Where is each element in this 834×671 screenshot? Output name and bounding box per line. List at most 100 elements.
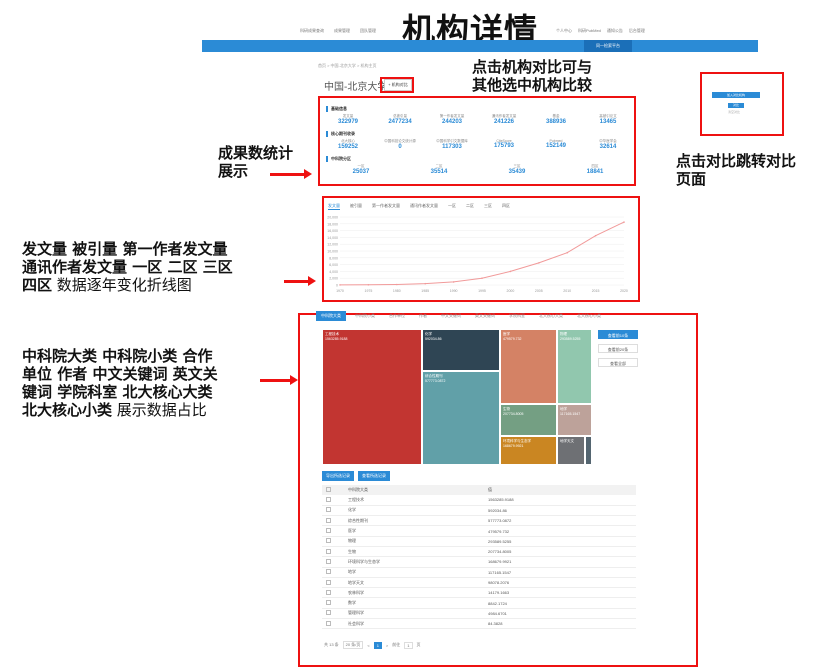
top-nav-link[interactable]: 成果管理 xyxy=(334,28,350,38)
y-tick-label: 16,000 xyxy=(327,229,338,233)
row-checkbox[interactable] xyxy=(326,579,331,585)
stat-group-title: 基础信息 xyxy=(326,106,634,112)
data-point[interactable] xyxy=(339,284,341,286)
row-checkbox[interactable] xyxy=(326,517,331,523)
chart-tab[interactable]: 第一作者发文量 xyxy=(372,203,400,210)
top-nav-link[interactable]: 后台管理 xyxy=(629,28,645,34)
treemap-tab[interactable]: 北大核心小类 xyxy=(572,311,606,321)
blue-nav-bar xyxy=(202,40,758,52)
data-point[interactable] xyxy=(594,234,597,237)
treemap-tab[interactable]: 作者 xyxy=(414,311,432,321)
row-checkbox[interactable] xyxy=(326,528,331,534)
stat-value: 322979 xyxy=(337,119,359,125)
top-nav-link[interactable]: 科研成果查询 xyxy=(300,28,324,38)
top-nav-link[interactable]: 科研PubMed xyxy=(578,28,601,34)
stat-item[interactable]: 二区 35514 xyxy=(400,164,478,175)
stat-item[interactable]: 通讯作者发文量 241226 xyxy=(478,114,530,125)
row-checkbox[interactable] xyxy=(326,620,331,626)
stat-item[interactable]: 中华医学会 32614 xyxy=(582,139,634,150)
stat-item[interactable]: 三区 35439 xyxy=(478,164,556,175)
popup-clear-link[interactable]: 清空对比 xyxy=(728,110,740,114)
x-tick-label: 2015 xyxy=(592,289,600,293)
data-point[interactable] xyxy=(481,277,483,279)
chart-tab[interactable]: 二区 xyxy=(466,203,474,210)
treemap-tab[interactable]: 英文关键词 xyxy=(470,311,500,321)
data-point[interactable] xyxy=(367,283,370,286)
view-top-button[interactable]: 查看前10条 xyxy=(598,330,638,339)
stat-item[interactable]: 四区 18841 xyxy=(556,164,634,175)
stat-item[interactable]: CiteScore 175793 xyxy=(478,139,530,150)
data-point[interactable] xyxy=(424,282,426,285)
treemap-cell[interactable]: 物理 293589.5255 xyxy=(557,329,592,404)
row-checkbox[interactable] xyxy=(326,558,331,564)
stat-item[interactable]: 高被引论文 13465 xyxy=(582,114,634,125)
select-all-checkbox[interactable] xyxy=(326,487,331,492)
view-selected-button[interactable]: 查看所选记录 xyxy=(358,471,390,481)
x-tick-label: 2000 xyxy=(507,289,515,293)
stat-item[interactable]: 总被引量 2477234 xyxy=(374,114,426,125)
row-checkbox[interactable] xyxy=(326,569,331,575)
treemap-tab[interactable]: 学院科室 xyxy=(504,311,530,321)
top-nav-link[interactable]: 个人中心 xyxy=(556,28,572,34)
treemap-tab[interactable]: 北大核心大类 xyxy=(534,311,568,321)
top-nav-link[interactable]: 通知公告 xyxy=(607,28,623,34)
treemap-tab[interactable]: 中科院小类 xyxy=(350,311,380,321)
stat-item[interactable]: 中国科学引文数据库 117303 xyxy=(426,139,478,150)
top-nav-link[interactable]: 团队管理 xyxy=(360,28,376,38)
treemap-cell[interactable]: 环境科学与生态学 168679.9921 xyxy=(500,436,557,465)
stat-item[interactable]: 一区 25037 xyxy=(322,164,400,175)
table-header-select xyxy=(322,485,344,495)
data-point[interactable] xyxy=(452,281,455,283)
stat-item[interactable]: 中国科技论文统计源 0 xyxy=(374,139,426,150)
pager-goto-input[interactable]: 1 xyxy=(404,641,413,649)
row-checkbox[interactable] xyxy=(326,496,331,502)
treemap-cell[interactable]: 化学 592034.86 xyxy=(422,329,500,371)
data-point[interactable] xyxy=(623,221,625,223)
row-checkbox[interactable] xyxy=(326,507,331,513)
row-checkbox[interactable] xyxy=(326,548,331,554)
row-checkbox[interactable] xyxy=(326,610,331,616)
data-point[interactable] xyxy=(566,251,568,254)
row-checkbox[interactable] xyxy=(326,600,331,606)
treemap-cell[interactable]: 地学 117165.1547 xyxy=(557,404,592,436)
stat-item[interactable]: 第一作者发文量 244203 xyxy=(426,114,478,125)
treemap-tab[interactable]: 中文关键词 xyxy=(436,311,466,321)
chart-tab[interactable]: 三区 xyxy=(484,203,492,210)
popup-compare-button[interactable]: 对比 xyxy=(728,103,744,108)
row-value: 479579.732 xyxy=(484,525,636,537)
row-checkbox[interactable] xyxy=(326,538,331,544)
row-category: 工程技术 xyxy=(344,495,484,506)
treemap-cell[interactable]: 地学天文 xyxy=(557,436,585,465)
data-point[interactable] xyxy=(396,283,398,286)
chart-tab[interactable]: 通讯作者发文量 xyxy=(410,203,438,210)
treemap-tab[interactable]: 中科院大类 xyxy=(316,311,346,321)
view-top-button[interactable]: 查看前20条 xyxy=(598,344,638,353)
treemap-cell[interactable] xyxy=(585,436,592,465)
pager-prev[interactable]: < xyxy=(367,643,369,648)
chart-tab[interactable]: 四区 xyxy=(502,203,510,210)
stat-item[interactable]: 基金 388936 xyxy=(530,114,582,125)
chart-tab[interactable]: 一区 xyxy=(448,203,456,210)
treemap-tab[interactable]: 合作单位 xyxy=(384,311,410,321)
export-selected-button[interactable]: 导出所选记录 xyxy=(322,471,354,481)
treemap-cell[interactable]: 医学 479579.732 xyxy=(500,329,557,404)
view-top-button[interactable]: 查看全部 xyxy=(598,358,638,367)
nav-tab-active[interactable]: 同一检索平台 xyxy=(584,40,632,52)
data-point[interactable] xyxy=(509,270,512,273)
chart-tab[interactable]: 被引量 xyxy=(350,203,362,210)
stat-item[interactable]: 北大核心 159252 xyxy=(322,139,374,150)
chart-tab[interactable]: 发文量 xyxy=(328,203,340,210)
table-row: 地学天文 98078.2076 xyxy=(322,577,636,589)
treemap-cell[interactable]: 综合性期刊 577773.0872 xyxy=(422,371,500,465)
row-checkbox[interactable] xyxy=(326,589,331,595)
pager-page-size[interactable]: 20 条/页 xyxy=(342,641,364,649)
data-point[interactable] xyxy=(538,262,540,264)
treemap-cell[interactable]: 工程技术 1563285.9188 xyxy=(322,329,422,465)
row-value: 14179.1663 xyxy=(484,587,636,599)
stat-item[interactable]: 发文量 322979 xyxy=(322,114,374,125)
pager-next[interactable]: > xyxy=(386,643,388,648)
stat-item[interactable]: Pubmed 152149 xyxy=(530,139,582,150)
treemap-cell[interactable]: 生物 207734.8005 xyxy=(500,404,557,436)
pager-page-1[interactable]: 1 xyxy=(373,641,382,649)
chart-tabs: 发文量 被引量 第一作者发文量 通讯作者发文量 一区 二区 三区 四区 xyxy=(328,203,510,210)
